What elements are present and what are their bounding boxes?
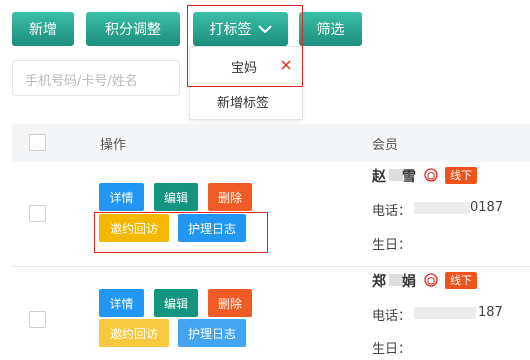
add-tag-menu-item[interactable]: 新增标签 [217,92,269,111]
select-all-checkbox[interactable] [29,134,46,151]
blurred-text [414,307,476,319]
phone-value: 0187 [470,200,504,215]
filter-button[interactable]: 筛选 [299,12,362,46]
member-name: 郑 [372,274,386,290]
annotation-box-tag [187,5,303,87]
birthday-label: 生日： [372,238,412,253]
phone-label: 电话： [372,309,412,324]
care-log-button[interactable]: 护理日志 [178,319,246,347]
invite-visit-button[interactable]: 邀约回访 [99,319,169,347]
edit-button[interactable]: 编辑 [154,183,198,211]
search-input[interactable]: 手机号码/卡号/姓名 [12,60,180,96]
column-header-action: 操作 [100,138,127,153]
blurred-text [389,274,403,286]
row-checkbox[interactable] [29,205,46,222]
delete-button[interactable]: 删除 [208,183,252,211]
phone-label: 电话： [372,204,412,219]
row-checkbox[interactable] [29,311,46,328]
detail-button[interactable]: 详情 [99,289,144,317]
delete-button[interactable]: 删除 [208,289,252,317]
detail-button[interactable]: 详情 [99,183,144,211]
row-divider [12,266,530,267]
member-name: 赵 [372,169,386,185]
add-button[interactable]: 新增 [12,12,74,46]
annotation-box-row [94,212,268,253]
column-header-member: 会员 [372,138,399,153]
phone-value: 187 [478,305,503,320]
table-header: 操作 会员 [12,124,530,162]
blurred-text [414,202,470,214]
points-adjust-button[interactable]: 积分调整 [86,12,180,46]
status-badge: 线下 [445,272,477,289]
face-icon [424,273,438,287]
birthday-label: 生日： [372,342,412,357]
status-badge: 线下 [445,167,477,184]
face-icon [424,168,438,182]
blurred-text [389,169,403,181]
edit-button[interactable]: 编辑 [154,289,198,317]
